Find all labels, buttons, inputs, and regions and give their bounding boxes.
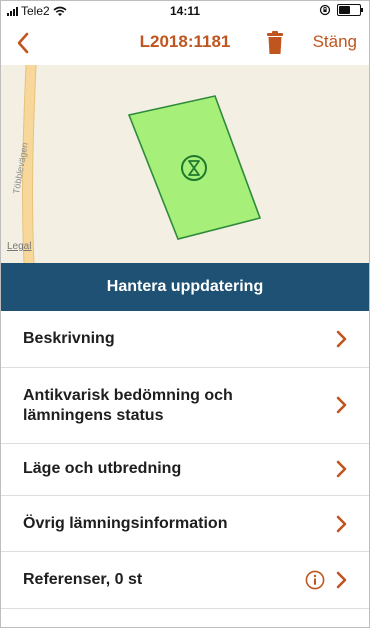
menu-item-other-info[interactable]: Övrig lämningsinformation (1, 496, 369, 552)
legal-link[interactable]: Legal (7, 241, 31, 252)
map-view[interactable]: Többlevägen Legal (1, 65, 369, 263)
chevron-right-icon (336, 571, 347, 589)
manage-update-label: Hantera uppdatering (106, 278, 264, 295)
chevron-right-icon (336, 396, 347, 414)
menu-item-label: Beskrivning (23, 330, 115, 347)
clock: 14:11 (169, 4, 201, 18)
road-shape (22, 65, 36, 263)
menu-item-description[interactable]: Beskrivning (1, 311, 369, 368)
status-right (319, 4, 363, 16)
chevron-right-icon (336, 460, 347, 478)
battery-icon (337, 4, 363, 16)
chevron-right-icon (336, 330, 347, 348)
menu-item-label: Övrig lämningsinformation (23, 515, 228, 532)
delete-button[interactable] (263, 29, 287, 57)
map-canvas (22, 65, 262, 263)
trash-icon (267, 31, 283, 54)
menu-item-references[interactable]: Referenser, 0 st (1, 552, 369, 609)
menu-item-label: Referenser, 0 st (23, 571, 143, 588)
nav-bar: L2018:1181 Stäng (1, 21, 369, 65)
close-button[interactable]: Stäng (313, 32, 357, 52)
info-icon[interactable] (305, 570, 325, 590)
chevron-left-icon (17, 32, 29, 54)
back-button[interactable] (5, 25, 41, 61)
menu-item-location[interactable]: Läge och utbredning (1, 444, 369, 496)
menu-item-label: Antikvarisk bedömning och (23, 387, 233, 404)
status-bar: Tele2 14:11 (1, 1, 369, 21)
chevron-right-icon (336, 515, 347, 533)
rotation-lock-icon (319, 4, 331, 16)
menu-item-assessment[interactable]: Antikvarisk bedömning och lämningens sta… (1, 368, 369, 444)
menu-item-label-line2: lämningens status (23, 407, 164, 424)
menu-item-label: Läge och utbredning (23, 460, 182, 477)
manage-update-button[interactable]: Hantera uppdatering (1, 263, 369, 311)
menu-list: Beskrivning Antikvarisk bedömning och lä… (1, 311, 369, 609)
screen: Tele2 14:11 L2018:1181 Stäng Többlevägen… (0, 0, 370, 628)
